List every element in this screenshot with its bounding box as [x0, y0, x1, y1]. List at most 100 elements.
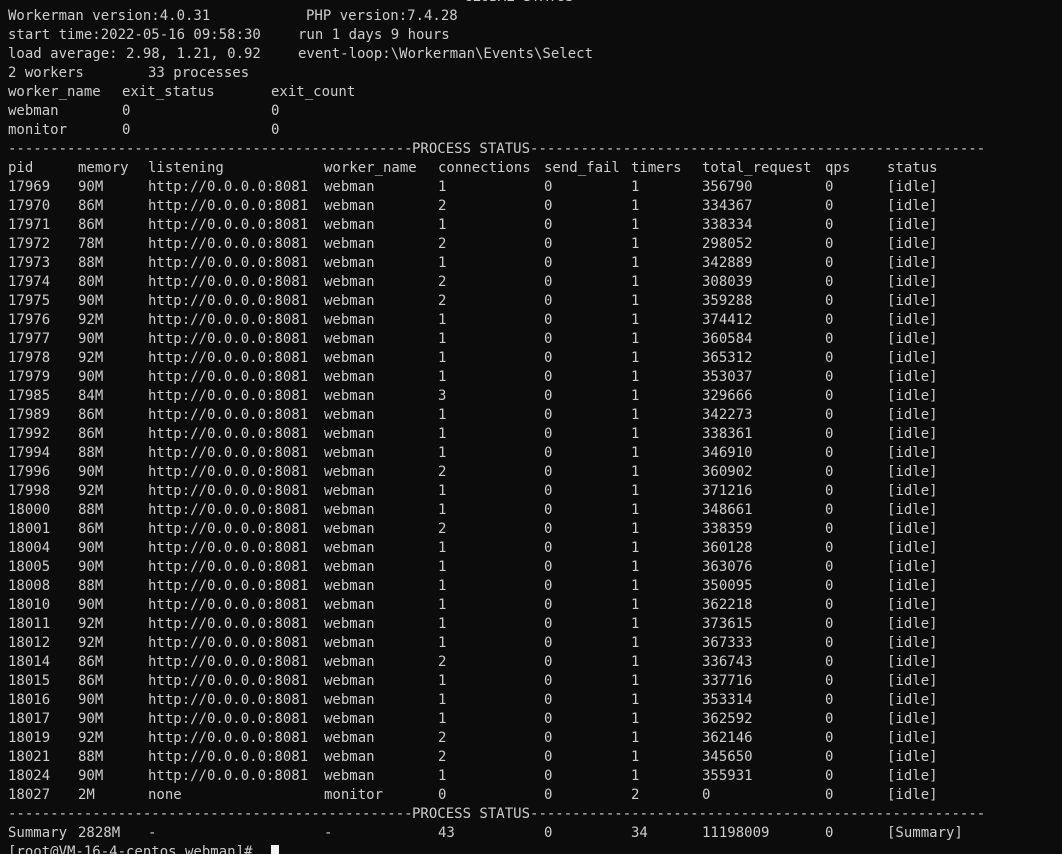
process-cell: 1 [631, 730, 640, 746]
process-cell: 90M [78, 711, 104, 727]
process-cell: 0 [825, 445, 834, 461]
process-cell: 0 [825, 502, 834, 518]
process-cell: 0 [544, 274, 553, 290]
section-title: PROCESS STATUS [412, 141, 531, 157]
process-cell: 0 [544, 578, 553, 594]
process-cell: [idle] [887, 768, 938, 784]
terminal-window[interactable]: GLOBAL STATUS Workerman version:4.0.31 PHP… [0, 0, 1062, 854]
process-row: 18011 92M http://0.0.0.0:8081 webman 1 0 1 3736… [8, 615, 1062, 634]
section-title: GLOBAL STATUS [464, 0, 574, 7]
process-row: 18012 92M http://0.0.0.0:8081 webman 1 0 1 3673… [8, 634, 1062, 653]
process-cell: 86M [78, 407, 104, 423]
process-cell: 1 [631, 635, 640, 651]
process-cell: 0 [825, 483, 834, 499]
process-cell: 86M [78, 426, 104, 442]
process-row: 17992 86M http://0.0.0.0:8081 webman 1 0 1 3383… [8, 425, 1062, 444]
process-cell: 92M [78, 730, 104, 746]
summary-cell: 0 [544, 825, 553, 841]
process-cell: 348661 [702, 502, 753, 518]
process-cell: webman [324, 255, 375, 271]
process-cell: webman [324, 407, 375, 423]
process-cell: 1 [438, 217, 447, 233]
process-cell: 0 [825, 597, 834, 613]
process-cell: 0 [544, 597, 553, 613]
process-row: 17975 90M http://0.0.0.0:8081 webman 2 0 1 3592… [8, 292, 1062, 311]
process-cell: webman [324, 483, 375, 499]
process-cell: 1 [631, 692, 640, 708]
process-column-header: connections [438, 160, 531, 176]
process-cell: 0 [544, 673, 553, 689]
process-cell: 0 [825, 236, 834, 252]
process-cell: 0 [825, 331, 834, 347]
process-cell: 374412 [702, 312, 753, 328]
workers-line: 2 workers 33 processes [8, 64, 1062, 83]
process-cell: 1 [631, 198, 640, 214]
process-cell: 0 [544, 445, 553, 461]
process-column-header: status [887, 160, 938, 176]
process-cell: 2 [438, 274, 447, 290]
process-cell: 0 [544, 255, 553, 271]
process-cell: 338361 [702, 426, 753, 442]
process-cell: 90M [78, 768, 104, 784]
process-cell: 0 [544, 768, 553, 784]
process-cell: 308039 [702, 274, 753, 290]
process-cell: http://0.0.0.0:8081 [148, 179, 309, 195]
process-cell: 1 [438, 255, 447, 271]
process-row: 18016 90M http://0.0.0.0:8081 webman 1 0 1 3533… [8, 691, 1062, 710]
process-cell: webman [324, 692, 375, 708]
process-cell: 0 [544, 616, 553, 632]
process-cell: http://0.0.0.0:8081 [148, 730, 309, 746]
process-cell: [idle] [887, 521, 938, 537]
process-row: 18021 88M http://0.0.0.0:8081 webman 2 0 1 3456… [8, 748, 1062, 767]
process-cell: [idle] [887, 388, 938, 404]
process-row: 18000 88M http://0.0.0.0:8081 webman 1 0 1 3486… [8, 501, 1062, 520]
process-cell: webman [324, 274, 375, 290]
divider-dashes [574, 0, 983, 7]
process-cell: webman [324, 502, 375, 518]
process-cell: webman [324, 654, 375, 670]
process-cell: 0 [544, 692, 553, 708]
process-cell: 1 [631, 616, 640, 632]
process-cell: 90M [78, 559, 104, 575]
process-cell: 1 [438, 540, 447, 556]
process-cell: 1 [438, 616, 447, 632]
process-cell: 1 [438, 635, 447, 651]
process-cell: 0 [825, 293, 834, 309]
process-cell: [idle] [887, 502, 938, 518]
process-cell: webman [324, 616, 375, 632]
process-cell: webman [324, 730, 375, 746]
process-cell: webman [324, 768, 375, 784]
process-cell: 0 [544, 521, 553, 537]
process-cell: 18017 [8, 711, 51, 727]
process-cell: 0 [825, 540, 834, 556]
terminal-output: GLOBAL STATUS Workerman version:4.0.31 PHP… [8, 0, 1062, 854]
process-cell: http://0.0.0.0:8081 [148, 616, 309, 632]
shell-prompt[interactable]: [root@VM-16-4-centos webman]# [8, 843, 261, 854]
process-cell: 90M [78, 331, 104, 347]
divider-dashes [530, 805, 983, 824]
process-cell: webman [324, 236, 375, 252]
process-cell: webman [324, 464, 375, 480]
process-cell: webman [324, 369, 375, 385]
process-status-divider: PROCESS STATUS [8, 805, 1062, 824]
process-cell: [idle] [887, 464, 938, 480]
workers-count: 2 workers [8, 65, 84, 81]
process-cell: 363076 [702, 559, 753, 575]
worker-row: monitor 0 0 [8, 121, 1062, 140]
process-cell: 373615 [702, 616, 753, 632]
process-cell: [idle] [887, 198, 938, 214]
divider-dashes [8, 0, 464, 7]
process-cell: 1 [631, 350, 640, 366]
process-cell: 334367 [702, 198, 753, 214]
process-cell: 17976 [8, 312, 51, 328]
process-row: 18004 90M http://0.0.0.0:8081 webman 1 0 1 3601… [8, 539, 1062, 558]
process-cell: 18012 [8, 635, 51, 651]
process-cell: http://0.0.0.0:8081 [148, 426, 309, 442]
process-cell: 2 [438, 464, 447, 480]
process-cell: 17994 [8, 445, 51, 461]
process-cell: 1 [438, 483, 447, 499]
process-cell: [idle] [887, 217, 938, 233]
process-cell: 18021 [8, 749, 51, 765]
process-cell: 336743 [702, 654, 753, 670]
process-cell: [idle] [887, 369, 938, 385]
